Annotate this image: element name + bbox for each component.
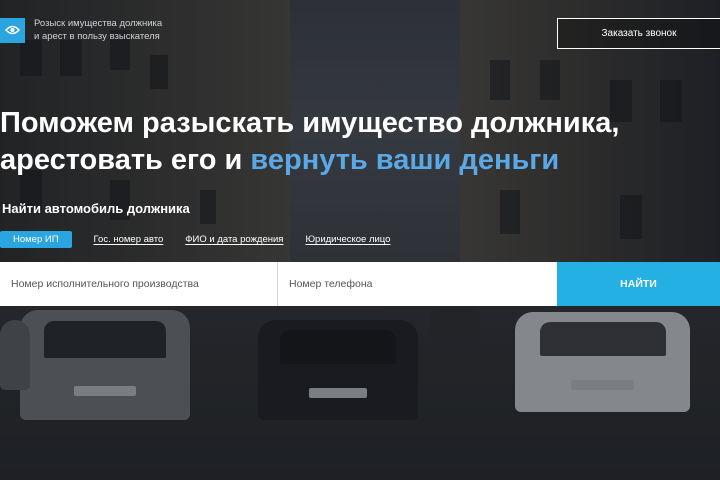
search-type-tabs: Номер ИП Гос. номер авто ФИО и дата рожд… xyxy=(0,230,412,248)
site-tagline: Розыск имущества должника и арест в поль… xyxy=(34,17,194,43)
tab-license-plate[interactable]: Гос. номер авто xyxy=(94,234,164,245)
logo[interactable] xyxy=(0,18,25,43)
hero-title-line-2: арестовать его и вернуть ваши деньги xyxy=(0,142,720,179)
order-call-button[interactable]: Заказать звонок xyxy=(557,18,720,49)
search-heading: Найти автомобиль должника xyxy=(2,201,190,216)
enforcement-number-input[interactable] xyxy=(0,262,278,306)
search-form: НАЙТИ xyxy=(0,262,720,306)
hero-title-line-1: Поможем разыскать имущество должника, xyxy=(0,107,620,139)
find-button[interactable]: НАЙТИ xyxy=(557,262,720,306)
hero-title: Поможем разыскать имущество должника, ар… xyxy=(0,105,720,179)
tab-enforcement-number[interactable]: Номер ИП xyxy=(0,230,72,248)
tab-name-and-birthdate[interactable]: ФИО и дата рождения xyxy=(185,234,283,245)
hero-title-accent: вернуть ваши деньги xyxy=(250,144,560,176)
tagline-line-2: и арест в пользу взыскателя xyxy=(34,31,160,42)
eye-icon xyxy=(4,22,21,40)
tagline-line-1: Розыск имущества должника xyxy=(34,18,163,29)
hero-title-plain: арестовать его и xyxy=(0,144,251,176)
tab-legal-entity[interactable]: Юридическое лицо xyxy=(305,234,390,245)
phone-number-input[interactable] xyxy=(278,262,557,306)
